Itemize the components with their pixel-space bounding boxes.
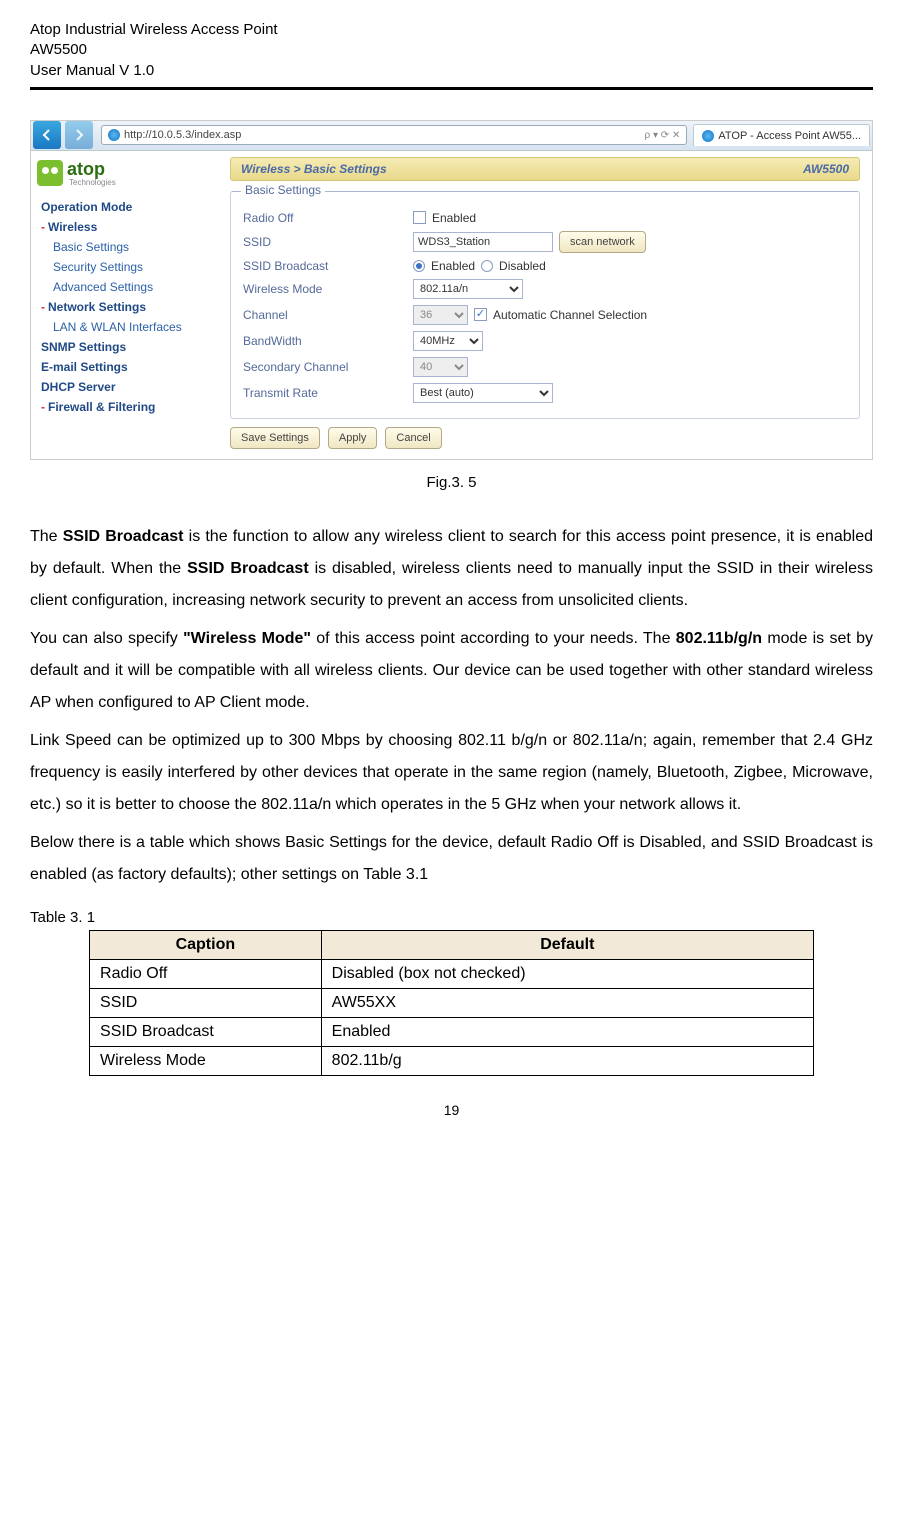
wireless-mode-select[interactable]: 802.11a/n <box>413 279 523 299</box>
label-bandwidth: BandWidth <box>243 334 413 348</box>
secondary-channel-select[interactable]: 40 <box>413 357 468 377</box>
logo: atop Technologies <box>37 159 220 187</box>
tab-title: ATOP - Access Point AW55... <box>718 130 861 142</box>
ssid-input[interactable] <box>413 232 553 252</box>
auto-channel-text: Automatic Channel Selection <box>493 308 647 322</box>
cell-default: Disabled (box not checked) <box>321 959 813 988</box>
sidebar-item-network-settings[interactable]: Network Settings <box>37 297 220 317</box>
sidebar-item-advanced-settings[interactable]: Advanced Settings <box>37 277 220 297</box>
bandwidth-select[interactable]: 40MHz <box>413 331 483 351</box>
logo-icon <box>37 160 63 186</box>
row-bandwidth: BandWidth 40MHz <box>243 328 847 354</box>
header-line3: User Manual V 1.0 <box>30 61 873 81</box>
sidebar-item-basic-settings[interactable]: Basic Settings <box>37 237 220 257</box>
doc-header: Atop Industrial Wireless Access Point AW… <box>30 20 873 90</box>
sidebar-item-snmp[interactable]: SNMP Settings <box>37 337 220 357</box>
th-caption: Caption <box>90 930 322 959</box>
paragraph-2: You can also specify "Wireless Mode" of … <box>30 623 873 719</box>
url-bar[interactable]: http://10.0.5.3/index.asp ρ ▾ ⟳ ✕ <box>101 125 687 145</box>
embedded-screenshot: http://10.0.5.3/index.asp ρ ▾ ⟳ ✕ ATOP -… <box>30 120 873 460</box>
row-ssid-broadcast: SSID Broadcast Enabled Disabled <box>243 256 847 276</box>
sidebar-item-dhcp[interactable]: DHCP Server <box>37 377 220 397</box>
ssid-broadcast-enabled-radio[interactable] <box>413 260 425 272</box>
radio-off-checkbox[interactable] <box>413 211 426 224</box>
paragraph-3: Link Speed can be optimized up to 300 Mb… <box>30 725 873 821</box>
auto-channel-checkbox[interactable] <box>474 308 487 321</box>
table-row: Radio Off Disabled (box not checked) <box>90 959 814 988</box>
paragraph-1: The SSID Broadcast is the function to al… <box>30 521 873 617</box>
ssid-broadcast-disabled-radio[interactable] <box>481 260 493 272</box>
url-controls: ρ ▾ ⟳ ✕ <box>645 130 681 141</box>
body-text: The SSID Broadcast is the function to al… <box>30 521 873 891</box>
defaults-table: Caption Default Radio Off Disabled (box … <box>89 930 814 1076</box>
screenshot-body: atop Technologies Operation Mode Wireles… <box>31 151 872 459</box>
breadcrumb: Wireless > Basic Settings AW5500 <box>230 157 860 181</box>
forward-button[interactable] <box>65 121 93 149</box>
figure-caption: Fig.3. 5 <box>30 474 873 491</box>
row-radio-off: Radio Off Enabled <box>243 208 847 228</box>
label-secondary-channel: Secondary Channel <box>243 360 413 374</box>
label-channel: Channel <box>243 308 413 322</box>
row-secondary-channel: Secondary Channel 40 <box>243 354 847 380</box>
label-ssid: SSID <box>243 235 413 249</box>
ie-icon <box>108 129 120 141</box>
cell-default: 802.11b/g <box>321 1046 813 1075</box>
url-text: http://10.0.5.3/index.asp <box>124 129 241 141</box>
label-ssid-broadcast: SSID Broadcast <box>243 259 413 273</box>
save-settings-button[interactable]: Save Settings <box>230 427 320 449</box>
row-ssid: SSID scan network <box>243 228 847 256</box>
table-caption: Table 3. 1 <box>30 909 873 926</box>
ssid-broadcast-enabled-text: Enabled <box>431 259 475 273</box>
ssid-broadcast-disabled-text: Disabled <box>499 259 546 273</box>
label-transmit-rate: Transmit Rate <box>243 386 413 400</box>
table-header-row: Caption Default <box>90 930 814 959</box>
cell-caption: Wireless Mode <box>90 1046 322 1075</box>
header-line1: Atop Industrial Wireless Access Point <box>30 20 873 40</box>
page-number: 19 <box>30 1102 873 1118</box>
row-transmit-rate: Transmit Rate Best (auto) <box>243 380 847 406</box>
sidebar: atop Technologies Operation Mode Wireles… <box>31 151 226 459</box>
paragraph-4: Below there is a table which shows Basic… <box>30 827 873 891</box>
cancel-button[interactable]: Cancel <box>385 427 441 449</box>
header-line2: AW5500 <box>30 40 873 60</box>
sidebar-item-email[interactable]: E-mail Settings <box>37 357 220 377</box>
action-buttons: Save Settings Apply Cancel <box>230 427 860 449</box>
label-radio-off: Radio Off <box>243 211 413 225</box>
cell-caption: SSID <box>90 988 322 1017</box>
sidebar-item-wireless[interactable]: Wireless <box>37 217 220 237</box>
logo-subtext: Technologies <box>69 178 116 187</box>
logo-text: atop <box>67 159 116 180</box>
sidebar-item-security-settings[interactable]: Security Settings <box>37 257 220 277</box>
table-row: SSID AW55XX <box>90 988 814 1017</box>
apply-button[interactable]: Apply <box>328 427 378 449</box>
row-wireless-mode: Wireless Mode 802.11a/n <box>243 276 847 302</box>
fieldset-title: Basic Settings <box>241 183 325 197</box>
cell-default: AW55XX <box>321 988 813 1017</box>
row-channel: Channel 36 Automatic Channel Selection <box>243 302 847 328</box>
th-default: Default <box>321 930 813 959</box>
cell-caption: Radio Off <box>90 959 322 988</box>
cell-caption: SSID Broadcast <box>90 1017 322 1046</box>
ie-icon <box>702 130 714 142</box>
sidebar-item-firewall[interactable]: Firewall & Filtering <box>37 397 220 417</box>
radio-off-enabled-text: Enabled <box>432 211 476 225</box>
arrow-left-icon <box>41 129 53 141</box>
cell-default: Enabled <box>321 1017 813 1046</box>
transmit-rate-select[interactable]: Best (auto) <box>413 383 553 403</box>
scan-network-button[interactable]: scan network <box>559 231 646 253</box>
breadcrumb-model: AW5500 <box>803 162 849 176</box>
sidebar-item-lan-wlan[interactable]: LAN & WLAN Interfaces <box>37 317 220 337</box>
breadcrumb-path: Wireless > Basic Settings <box>241 162 387 176</box>
channel-select[interactable]: 36 <box>413 305 468 325</box>
arrow-right-icon <box>73 129 85 141</box>
browser-bar: http://10.0.5.3/index.asp ρ ▾ ⟳ ✕ ATOP -… <box>31 121 872 151</box>
sidebar-item-operation-mode[interactable]: Operation Mode <box>37 197 220 217</box>
back-button[interactable] <box>33 121 61 149</box>
basic-settings-fieldset: Basic Settings Radio Off Enabled SSID sc… <box>230 191 860 419</box>
label-wireless-mode: Wireless Mode <box>243 282 413 296</box>
table-row: Wireless Mode 802.11b/g <box>90 1046 814 1075</box>
main-panel: Wireless > Basic Settings AW5500 Basic S… <box>226 151 872 459</box>
browser-tab[interactable]: ATOP - Access Point AW55... <box>693 124 870 146</box>
table-row: SSID Broadcast Enabled <box>90 1017 814 1046</box>
